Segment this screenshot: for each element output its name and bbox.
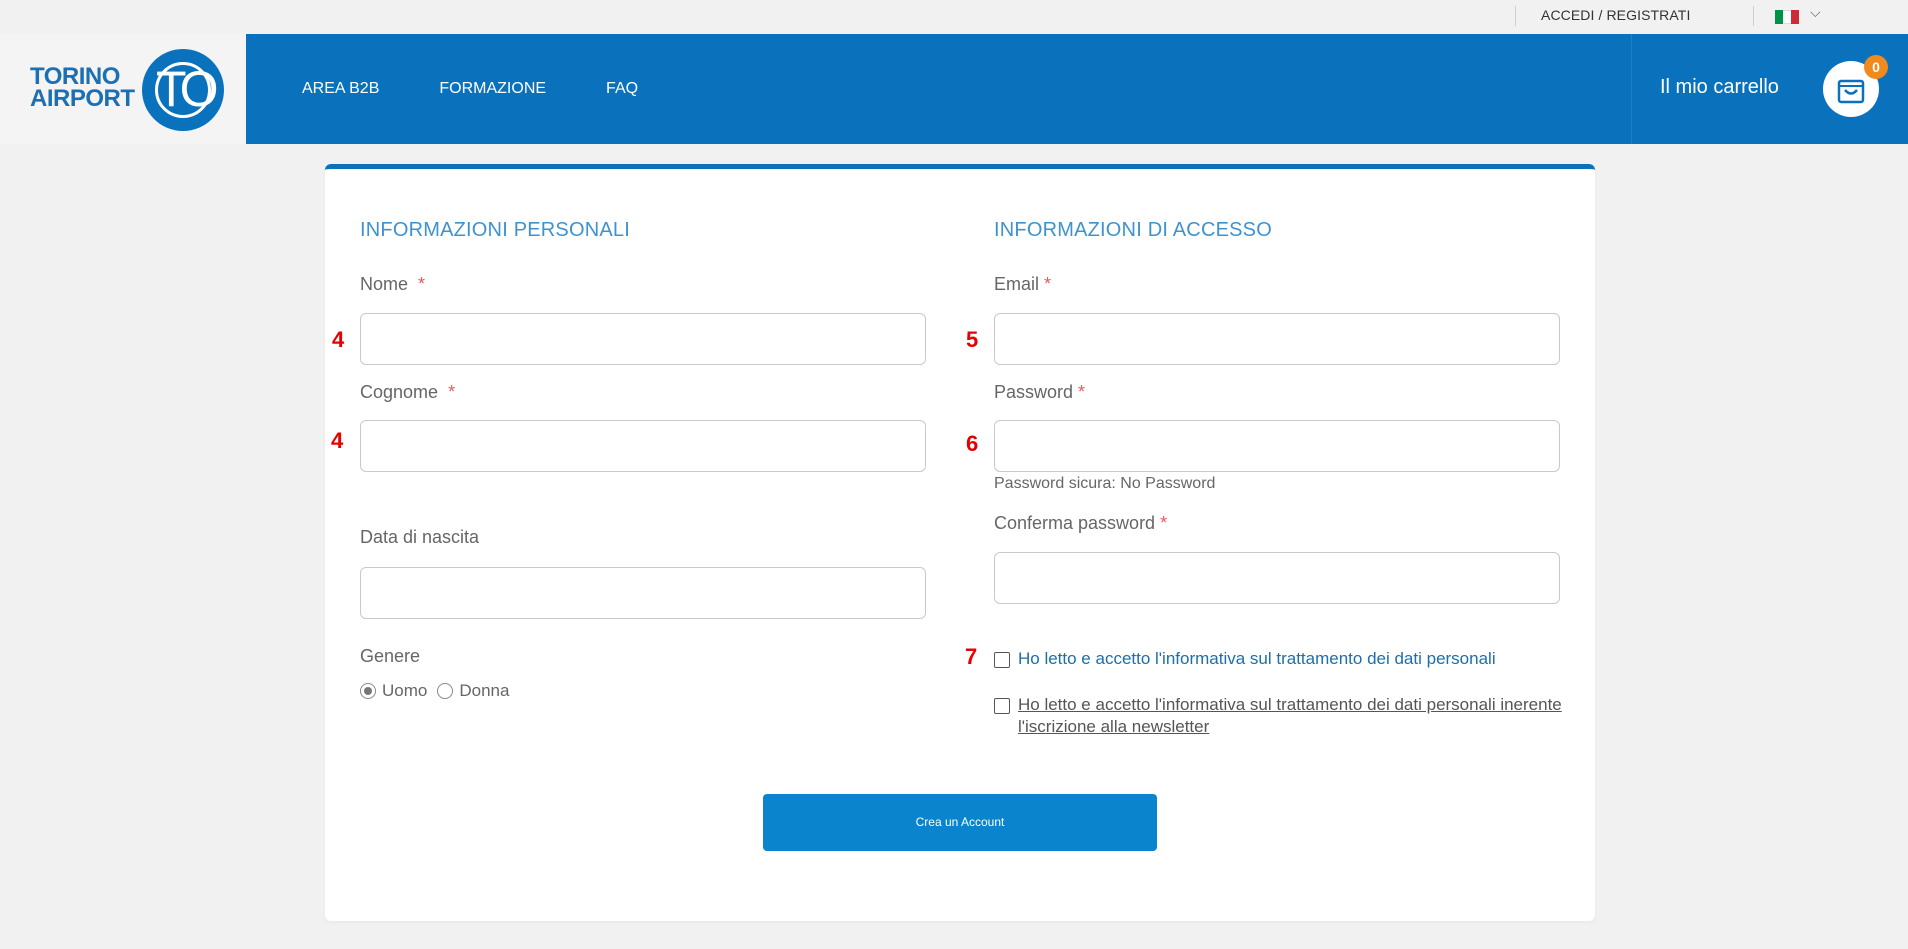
privacy-consent-row: Ho letto e accetto l'informativa sul tra…: [994, 648, 1496, 670]
newsletter-consent-checkbox[interactable]: [994, 698, 1010, 714]
password-strength-text: Password sicura: No Password: [994, 475, 1216, 492]
last-name-label: Cognome *: [360, 382, 455, 403]
divider: [1515, 6, 1516, 26]
logo-wordmark: TORINO AIRPORT: [30, 65, 135, 112]
first-name-label-text: Nome: [360, 274, 409, 294]
required-mark: *: [1078, 382, 1086, 402]
newsletter-consent-row: Ho letto e accetto l'informativa sul tra…: [994, 694, 1578, 738]
gender-radio-uomo[interactable]: [360, 683, 376, 699]
logo-mark: TO: [156, 61, 218, 117]
divider: [1753, 6, 1754, 26]
logo[interactable]: TORINO AIRPORT TO: [0, 34, 246, 144]
last-name-field[interactable]: [360, 420, 926, 472]
top-utility-bar: ACCEDI / REGISTRATI ⌵: [0, 0, 1908, 34]
password-field[interactable]: [994, 420, 1560, 472]
birth-date-field[interactable]: [360, 567, 926, 619]
divider: [1631, 34, 1632, 144]
required-mark: *: [448, 382, 456, 402]
gender-option-label: Uomo: [382, 681, 428, 700]
annotation-marker: 5: [966, 327, 979, 352]
confirm-password-label: Conferma password *: [994, 513, 1167, 534]
email-field[interactable]: [994, 313, 1560, 365]
privacy-consent-checkbox[interactable]: [994, 652, 1010, 668]
gender-label: Genere: [360, 646, 421, 666]
main-header: TORINO AIRPORT TO AREA B2B FORMAZIONE FA…: [0, 34, 1908, 144]
logo-line-airport: AIRPORT: [30, 85, 135, 112]
italian-flag-icon[interactable]: [1775, 10, 1799, 24]
confirm-password-field[interactable]: [994, 552, 1560, 604]
confirm-password-label-text: Conferma password: [994, 513, 1156, 533]
gender-radio-group: Uomo Donna: [360, 681, 509, 701]
gender-radio-donna[interactable]: [437, 683, 454, 699]
required-mark: *: [1160, 513, 1168, 533]
cart-label[interactable]: Il mio carrello: [1660, 76, 1779, 99]
required-mark: *: [1044, 274, 1052, 294]
required-mark: *: [418, 274, 426, 294]
annotation-marker: 7: [965, 644, 978, 669]
main-nav: AREA B2B FORMAZIONE FAQ: [302, 80, 638, 98]
password-label-text: Password: [994, 382, 1074, 402]
birth-date-label: Data di nascita: [360, 527, 480, 547]
annotation-marker: 6: [966, 431, 979, 456]
login-register-link[interactable]: ACCEDI / REGISTRATI: [1541, 7, 1690, 23]
annotation-marker: 4: [331, 428, 344, 453]
logo-circle-icon: TO: [142, 49, 224, 131]
gender-option-label: Donna: [459, 681, 510, 700]
last-name-label-text: Cognome: [360, 382, 439, 402]
annotation-marker: 4: [332, 327, 345, 352]
section-title-access: INFORMAZIONI DI ACCESSO: [994, 219, 1272, 241]
first-name-label: Nome *: [360, 274, 425, 295]
section-title-personal: INFORMAZIONI PERSONALI: [360, 219, 630, 241]
privacy-consent-link[interactable]: Ho letto e accetto l'informativa sul tra…: [1018, 648, 1496, 670]
first-name-field[interactable]: [360, 313, 926, 365]
nav-item-formazione[interactable]: FORMAZIONE: [439, 80, 546, 98]
nav-item-area-b2b[interactable]: AREA B2B: [302, 80, 379, 98]
password-label: Password *: [994, 382, 1085, 403]
email-label: Email *: [994, 274, 1051, 295]
chevron-down-icon[interactable]: ⌵: [1810, 4, 1821, 21]
cart-count-badge: 0: [1864, 55, 1888, 79]
create-account-button[interactable]: Crea un Account: [763, 794, 1157, 851]
email-label-text: Email: [994, 274, 1040, 294]
newsletter-consent-link[interactable]: Ho letto e accetto l'informativa sul tra…: [1018, 694, 1578, 738]
nav-item-faq[interactable]: FAQ: [606, 80, 638, 98]
